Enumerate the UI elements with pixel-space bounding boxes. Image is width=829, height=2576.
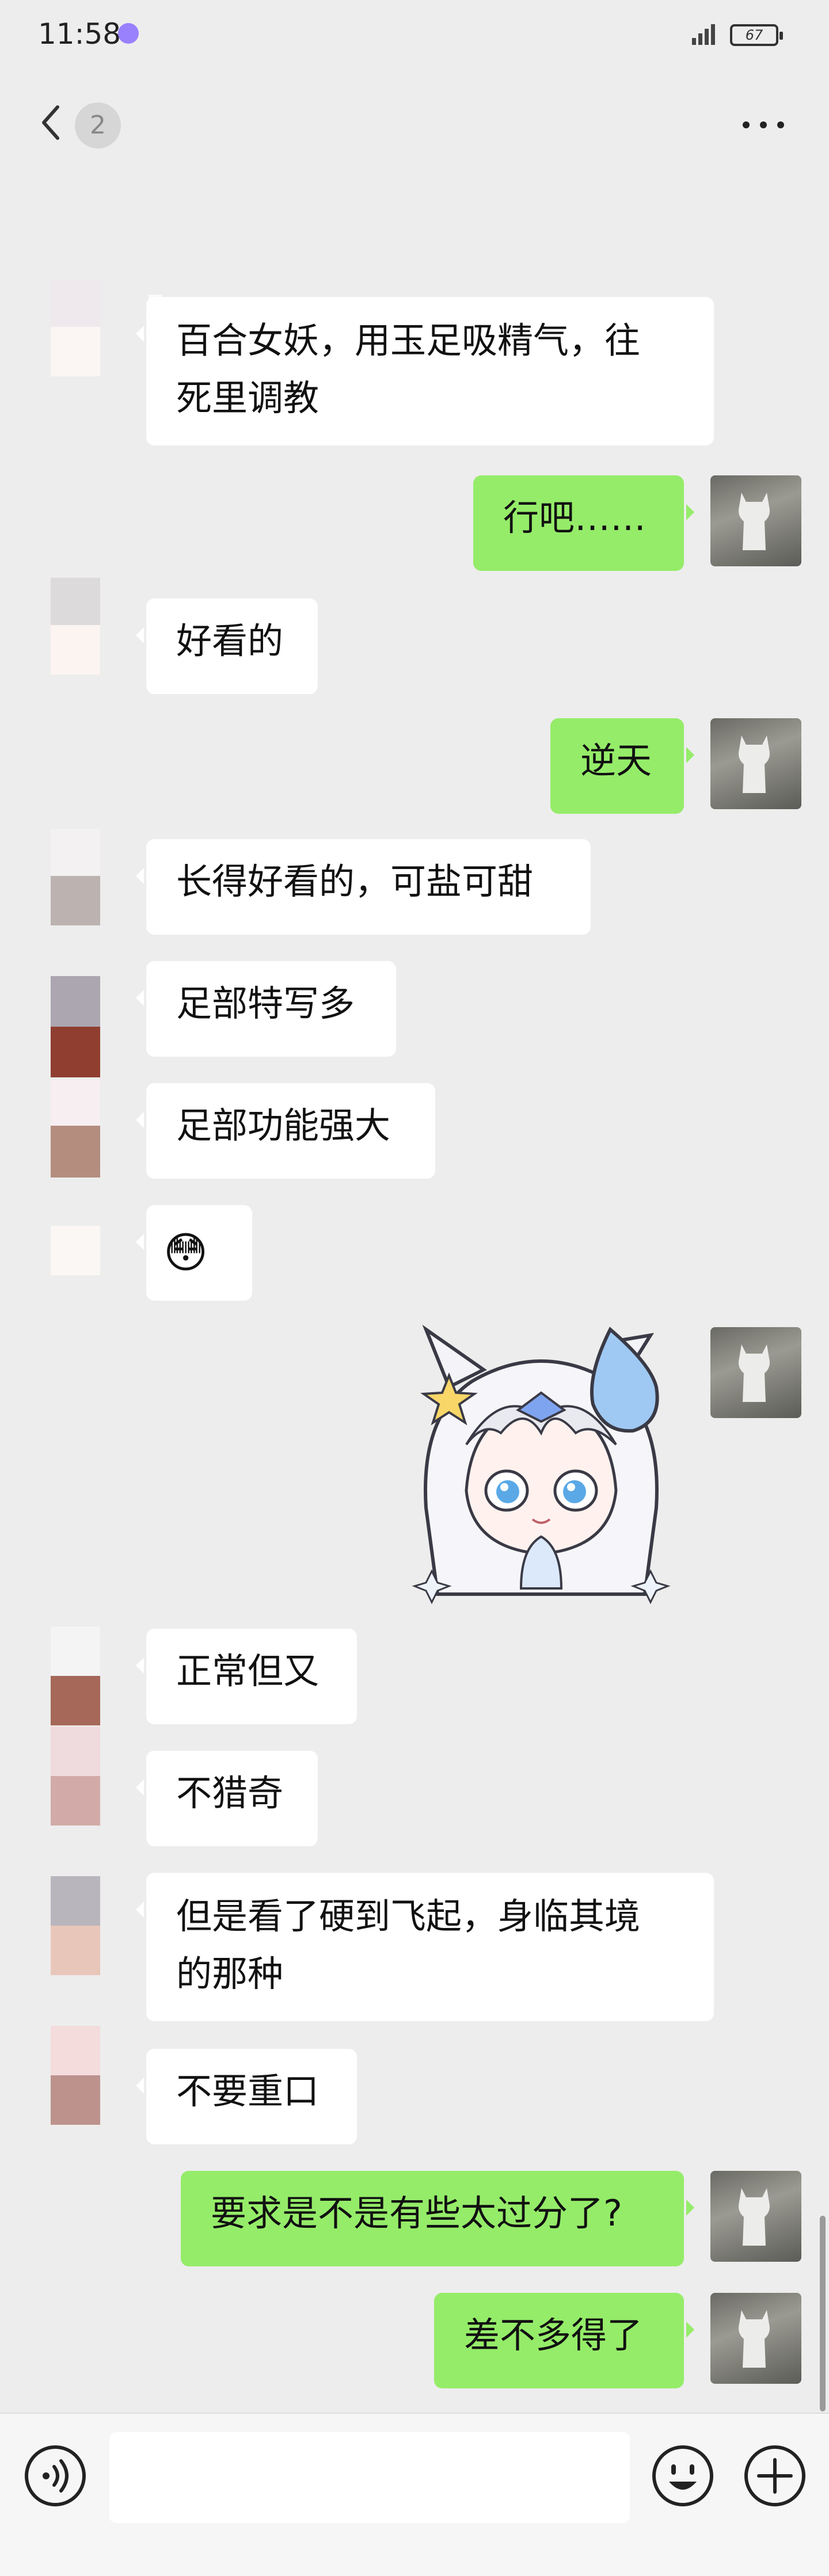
my-avatar[interactable]	[710, 1327, 801, 1418]
message-bubble[interactable]: 😳	[136, 1205, 252, 1301]
message-text: 行吧……	[503, 497, 647, 539]
signal-icon	[692, 24, 715, 45]
my-avatar[interactable]	[710, 2293, 801, 2384]
message-bubble[interactable]: 足部特写多	[136, 961, 396, 1057]
message-bubble[interactable]: 好看的	[136, 599, 318, 694]
message-text: 但是看了硬到飞起，身临其境	[176, 1895, 641, 1937]
emoji-icon[interactable]	[651, 2444, 715, 2508]
message-text: 正常但又	[176, 1650, 320, 1692]
plus-icon[interactable]	[743, 2444, 807, 2508]
message-bubble[interactable]: 要求是不是有些太过分了?	[181, 2171, 694, 2266]
message-text: 足部特写多	[176, 982, 355, 1024]
scrollbar[interactable]	[820, 2216, 826, 2411]
contact-avatar[interactable]	[51, 1080, 100, 1178]
message-text: 死里调教	[176, 377, 320, 419]
message-bubble[interactable]: 逆天	[550, 718, 694, 814]
anime-girl-sweat-sticker[interactable]	[403, 1318, 679, 1617]
cat-avatar-icon	[739, 2188, 770, 2246]
message-bubble[interactable]: 百合女妖，用玉足吸精气，往 死里调教	[136, 297, 714, 445]
cat-avatar-icon	[739, 2310, 770, 2368]
contact-avatar[interactable]	[51, 2026, 100, 2125]
message-text: 差不多得了	[464, 2314, 643, 2356]
message-bubble[interactable]: 正常但又	[136, 1629, 357, 1724]
message-input[interactable]	[109, 2432, 630, 2523]
message-text: 要求是不是有些太过分了?	[211, 2192, 622, 2234]
message-bubble[interactable]: 足部功能强大	[136, 1083, 435, 1179]
status-time: 11:58	[38, 17, 121, 51]
cat-avatar-icon	[739, 1344, 770, 1402]
message-text: 长得好看的，可盐可甜	[176, 860, 534, 902]
message-bubble[interactable]: 但是看了硬到飞起，身临其境 的那种	[136, 1873, 714, 2021]
contact-avatar[interactable]	[51, 1876, 100, 1975]
message-text: 好看的	[176, 620, 284, 662]
message-text: 不要重口	[176, 2070, 320, 2112]
message-bubble[interactable]: 不猎奇	[136, 1751, 318, 1846]
contact-avatar[interactable]	[51, 976, 100, 1077]
message-text: 百合女妖，用玉足吸精气，往	[176, 319, 641, 361]
my-avatar[interactable]	[710, 718, 801, 809]
message-bubble[interactable]: 长得好看的，可盐可甜	[136, 839, 591, 935]
message-text: 的那种	[176, 1953, 284, 1995]
message-bubble[interactable]: 行吧……	[473, 475, 694, 571]
my-avatar[interactable]	[710, 475, 801, 566]
back-button[interactable]	[32, 97, 73, 148]
contact-avatar[interactable]	[51, 1626, 100, 1725]
cat-avatar-icon	[739, 736, 770, 793]
message-bubble[interactable]: 不要重口	[136, 2049, 357, 2144]
message-bubble[interactable]: 差不多得了	[434, 2293, 694, 2388]
contact-avatar[interactable]	[51, 1226, 100, 1275]
app-notification-icon	[118, 23, 139, 44]
more-button[interactable]	[743, 101, 784, 147]
message-text: 足部功能强大	[176, 1104, 391, 1146]
message-text: 不猎奇	[176, 1772, 284, 1814]
cat-avatar-icon	[739, 493, 770, 550]
chat-title-avatar[interactable]: 2	[75, 102, 121, 148]
contact-avatar[interactable]	[51, 829, 100, 925]
my-avatar[interactable]	[710, 2171, 801, 2262]
battery-icon: 67	[730, 24, 783, 46]
message-text: 逆天	[580, 740, 652, 782]
flushed-emoji: 😳	[163, 1228, 208, 1278]
voice-icon[interactable]	[23, 2444, 88, 2508]
contact-avatar[interactable]	[51, 1727, 100, 1826]
contact-avatar[interactable]	[51, 280, 100, 376]
contact-avatar[interactable]	[51, 578, 100, 675]
